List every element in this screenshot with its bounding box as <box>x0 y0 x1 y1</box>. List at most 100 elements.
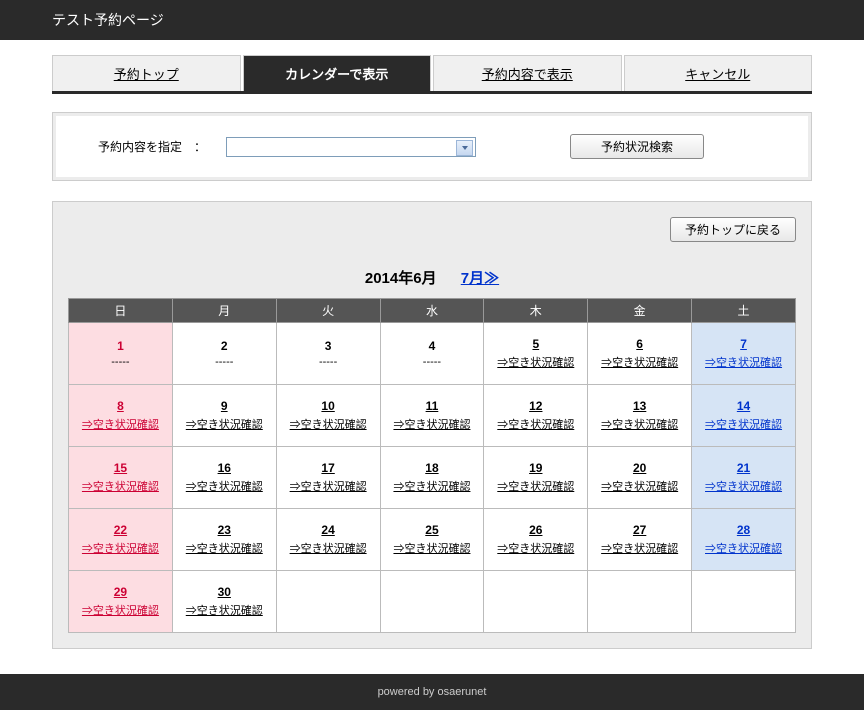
day-number: 7 <box>694 337 793 351</box>
weekday-header: 火 <box>276 299 380 323</box>
calendar-cell[interactable]: 7 ⇒空き状況確認 <box>692 323 796 385</box>
calendar-cell[interactable]: 29 ⇒空き状況確認 <box>69 571 173 633</box>
back-to-top-button[interactable]: 予約トップに戻る <box>670 217 796 242</box>
availability-link[interactable]: ⇒空き状況確認 <box>175 540 274 556</box>
availability-link[interactable]: ⇒空き状況確認 <box>590 540 689 556</box>
calendar-cell[interactable]: 21 ⇒空き状況確認 <box>692 447 796 509</box>
calendar-cell[interactable]: 5⇒空き状況確認 <box>484 323 588 385</box>
availability-link[interactable]: ⇒空き状況確認 <box>175 478 274 494</box>
availability-link[interactable]: ⇒空き状況確認 <box>383 416 482 432</box>
availability-link[interactable]: ⇒空き状況確認 <box>694 354 793 370</box>
availability-link[interactable]: ⇒空き状況確認 <box>486 478 585 494</box>
calendar-cell[interactable]: 15⇒空き状況確認 <box>69 447 173 509</box>
calendar-cell-empty <box>692 571 796 633</box>
availability-link[interactable]: ⇒空き状況確認 <box>279 416 378 432</box>
day-number: 4 <box>383 339 482 353</box>
day-number: 29 <box>71 585 170 599</box>
calendar-cell[interactable]: 24 ⇒空き状況確認 <box>276 509 380 571</box>
next-month-link[interactable]: 7月≫ <box>461 270 499 287</box>
calendar-cell: 4----- <box>380 323 484 385</box>
availability-link[interactable]: ⇒空き状況確認 <box>486 416 585 432</box>
availability-link[interactable]: ⇒空き状況確認 <box>486 354 585 370</box>
day-number: 27 <box>590 523 689 537</box>
calendar-cell[interactable]: 9 ⇒空き状況確認 <box>172 385 276 447</box>
calendar-cell[interactable]: 8 ⇒空き状況確認 <box>69 385 173 447</box>
calendar-cell-empty <box>588 571 692 633</box>
calendar-nav: 2014年6月 7月≫ <box>68 267 796 288</box>
availability-link[interactable]: ⇒空き状況確認 <box>590 416 689 432</box>
day-number: 1 <box>71 339 170 353</box>
calendar-cell[interactable]: 27 ⇒空き状況確認 <box>588 509 692 571</box>
calendar-cell[interactable]: 25 ⇒空き状況確認 <box>380 509 484 571</box>
day-number: 10 <box>279 399 378 413</box>
calendar-cell[interactable]: 18 ⇒空き状況確認 <box>380 447 484 509</box>
availability-link[interactable]: ⇒空き状況確認 <box>279 478 378 494</box>
calendar-cell[interactable]: 28 ⇒空き状況確認 <box>692 509 796 571</box>
calendar-cell[interactable]: 13 ⇒空き状況確認 <box>588 385 692 447</box>
availability-link[interactable]: ⇒空き状況確認 <box>383 478 482 494</box>
availability-link[interactable]: ⇒空き状況確認 <box>279 540 378 556</box>
day-number: 13 <box>590 399 689 413</box>
calendar-cell[interactable]: 20 ⇒空き状況確認 <box>588 447 692 509</box>
availability-link[interactable]: ⇒空き状況確認 <box>71 602 170 618</box>
reservation-type-select[interactable] <box>226 137 476 157</box>
tab-0[interactable]: 予約トップ <box>52 55 241 91</box>
tab-bar: 予約トップカレンダーで表示予約内容で表示キャンセル <box>52 55 812 94</box>
day-number: 9 <box>175 399 274 413</box>
availability-link[interactable]: ⇒空き状況確認 <box>590 478 689 494</box>
availability-link[interactable]: ⇒空き状況確認 <box>175 416 274 432</box>
day-number: 22 <box>71 523 170 537</box>
tab-2[interactable]: 予約内容で表示 <box>433 55 622 91</box>
calendar-cell[interactable]: 23⇒空き状況確認 <box>172 509 276 571</box>
day-number: 30 <box>175 585 274 599</box>
day-number: 24 <box>279 523 378 537</box>
availability-link[interactable]: ⇒空き状況確認 <box>71 478 170 494</box>
calendar-cell[interactable]: 10 ⇒空き状況確認 <box>276 385 380 447</box>
day-number: 12 <box>486 399 585 413</box>
no-availability: ----- <box>71 356 170 368</box>
calendar-cell[interactable]: 19 ⇒空き状況確認 <box>484 447 588 509</box>
tab-3[interactable]: キャンセル <box>624 55 813 91</box>
calendar-cell[interactable]: 12 ⇒空き状況確認 <box>484 385 588 447</box>
calendar-cell[interactable]: 22 ⇒空き状況確認 <box>69 509 173 571</box>
availability-link[interactable]: ⇒空き状況確認 <box>590 354 689 370</box>
weekday-header: 金 <box>588 299 692 323</box>
calendar-cell: 2----- <box>172 323 276 385</box>
availability-link[interactable]: ⇒空き状況確認 <box>486 540 585 556</box>
day-number: 16 <box>175 461 274 475</box>
day-number: 28 <box>694 523 793 537</box>
footer: powered by osaerunet <box>0 674 864 710</box>
day-number: 18 <box>383 461 482 475</box>
calendar-cell[interactable]: 17 ⇒空き状況確認 <box>276 447 380 509</box>
filter-panel: 予約内容を指定 ： 予約状況検索 <box>52 112 812 181</box>
calendar-cell[interactable]: 11⇒空き状況確認 <box>380 385 484 447</box>
availability-link[interactable]: ⇒空き状況確認 <box>71 540 170 556</box>
availability-link[interactable]: ⇒空き状況確認 <box>175 602 274 618</box>
day-number: 25 <box>383 523 482 537</box>
availability-link[interactable]: ⇒空き状況確認 <box>71 416 170 432</box>
availability-link[interactable]: ⇒空き状況確認 <box>694 416 793 432</box>
day-number: 19 <box>486 461 585 475</box>
no-availability: ----- <box>175 356 274 368</box>
search-button[interactable]: 予約状況検索 <box>570 134 704 159</box>
calendar-cell[interactable]: 16 ⇒空き状況確認 <box>172 447 276 509</box>
calendar-cell-empty <box>276 571 380 633</box>
filter-label: 予約内容を指定 ： <box>66 138 226 155</box>
day-number: 8 <box>71 399 170 413</box>
calendar-cell[interactable]: 6⇒空き状況確認 <box>588 323 692 385</box>
day-number: 20 <box>590 461 689 475</box>
day-number: 17 <box>279 461 378 475</box>
calendar-cell[interactable]: 14⇒空き状況確認 <box>692 385 796 447</box>
day-number: 21 <box>694 461 793 475</box>
availability-link[interactable]: ⇒空き状況確認 <box>383 540 482 556</box>
tab-1[interactable]: カレンダーで表示 <box>243 55 432 91</box>
weekday-header: 月 <box>172 299 276 323</box>
calendar-cell[interactable]: 26⇒空き状況確認 <box>484 509 588 571</box>
calendar-cell-empty <box>380 571 484 633</box>
availability-link[interactable]: ⇒空き状況確認 <box>694 478 793 494</box>
calendar-cell: 1 ----- <box>69 323 173 385</box>
calendar-cell: 3----- <box>276 323 380 385</box>
availability-link[interactable]: ⇒空き状況確認 <box>694 540 793 556</box>
calendar-cell[interactable]: 30 ⇒空き状況確認 <box>172 571 276 633</box>
weekday-header: 土 <box>692 299 796 323</box>
